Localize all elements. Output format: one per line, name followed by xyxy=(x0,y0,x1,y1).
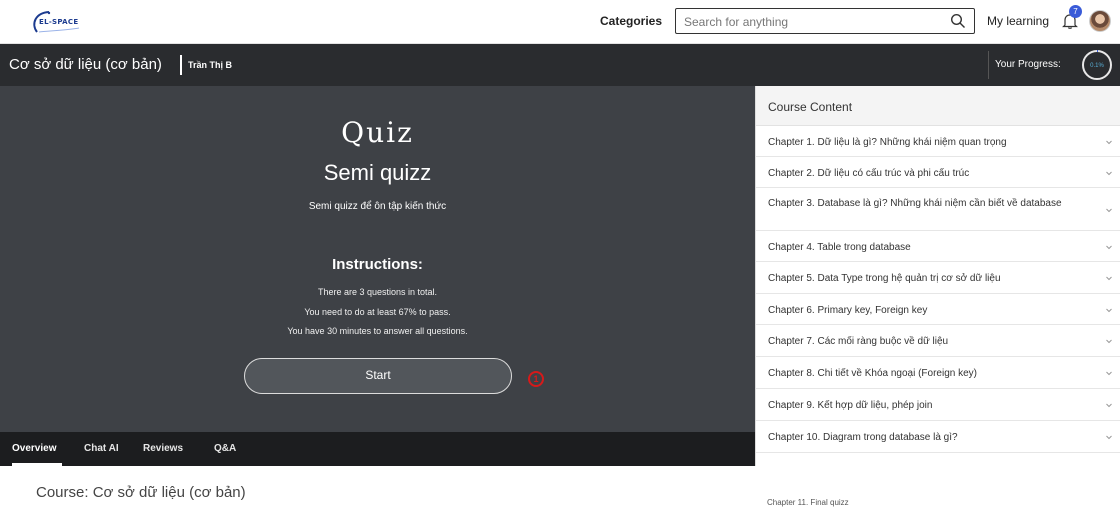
chevron-down-icon xyxy=(1106,140,1112,145)
sidebar-header: Course Content xyxy=(756,86,1120,126)
instruction-line: There are 3 questions in total. xyxy=(317,287,438,297)
quiz-heading: Quiz xyxy=(341,116,414,149)
user-avatar[interactable] xyxy=(1089,10,1111,32)
chapter-item[interactable]: Chapter 8. Chi tiết về Khóa ngoại (Forei… xyxy=(756,357,1120,389)
chapter-label: Chapter 5. Data Type trong hệ quản trị c… xyxy=(768,273,1001,284)
course-tabs: Overview Chat AI Reviews Q&A xyxy=(0,432,755,466)
chapter-label: Chapter 8. Chi tiết về Khóa ngoại (Forei… xyxy=(768,368,977,379)
course-title: Cơ sở dữ liệu (cơ bản) xyxy=(9,56,162,73)
my-learning-link[interactable]: My learning xyxy=(987,14,1049,28)
instruction-line: You have 30 minutes to answer all questi… xyxy=(287,326,468,336)
chevron-down-icon xyxy=(1106,245,1112,250)
sidebar-title: Course Content xyxy=(768,100,853,114)
chapter-item[interactable]: Chapter 2. Dữ liệu có cấu trúc và phi cấ… xyxy=(756,157,1120,188)
tab-overview[interactable]: Overview xyxy=(12,443,56,454)
chevron-down-icon xyxy=(1106,403,1112,408)
el-space-logo[interactable]: EL-SPACE xyxy=(29,10,81,34)
chapter-item[interactable]: Chapter 4. Table trong database xyxy=(756,231,1120,262)
search-input[interactable]: Search for anything xyxy=(675,8,975,34)
progress-divider xyxy=(988,51,989,79)
tab-qa[interactable]: Q&A xyxy=(214,443,236,454)
tab-reviews[interactable]: Reviews xyxy=(143,443,183,454)
chapter-label: Chapter 7. Các mối ràng buộc về dữ liệu xyxy=(768,336,949,347)
title-divider xyxy=(180,55,182,75)
overview-course-heading: Course: Cơ sở dữ liệu (cơ bản) xyxy=(36,484,246,501)
chapter-item[interactable]: Chapter 7. Các mối ràng buộc về dữ liệu xyxy=(756,325,1120,357)
instructions-title: Instructions: xyxy=(332,256,423,273)
chapter-label: Chapter 4. Table trong database xyxy=(768,242,911,253)
annotation-marker: 1 xyxy=(528,371,544,387)
start-quiz-button[interactable]: Start xyxy=(244,358,512,394)
tab-chat-ai[interactable]: Chat AI xyxy=(84,443,119,454)
search-icon[interactable] xyxy=(950,13,966,29)
chapter-item[interactable]: Chapter 6. Primary key, Foreign key xyxy=(756,294,1120,325)
chapter-item[interactable]: Chapter 5. Data Type trong hệ quản trị c… xyxy=(756,262,1120,294)
chapter-label: Chapter 10. Diagram trong database là gì… xyxy=(768,432,958,443)
quiz-description: Semi quizz để ôn tập kiến thức xyxy=(308,201,447,212)
progress-ring[interactable]: 0.1% xyxy=(1081,49,1113,81)
chapter-label: Chapter 9. Kết hợp dữ liệu, phép join xyxy=(768,400,933,411)
chevron-down-icon xyxy=(1106,435,1112,440)
course-author: Trần Thị B xyxy=(188,60,233,70)
categories-link[interactable]: Categories xyxy=(600,14,662,28)
chapter-label: Chapter 1. Dữ liệu là gì? Những khái niệ… xyxy=(768,137,1007,148)
chapter-item[interactable]: Chapter 3. Database là gì? Những khái ni… xyxy=(756,188,1120,231)
progress-label: Your Progress: xyxy=(995,59,1061,70)
top-navbar: EL-SPACE Categories Search for anything … xyxy=(0,0,1120,44)
chevron-down-icon xyxy=(1106,308,1112,313)
chevron-down-icon xyxy=(1106,208,1112,213)
progress-value: 0.1% xyxy=(1090,63,1104,69)
chevron-down-icon xyxy=(1106,371,1112,376)
chevron-down-icon xyxy=(1106,276,1112,281)
notification-count-badge: 7 xyxy=(1069,5,1082,18)
logo-text: EL-SPACE xyxy=(39,18,79,26)
chapter-item[interactable]: Chapter 1. Dữ liệu là gì? Những khái niệ… xyxy=(756,126,1120,157)
search-placeholder: Search for anything xyxy=(684,15,789,29)
course-content-sidebar: Course Content Chapter 1. Dữ liệu là gì?… xyxy=(755,86,1120,466)
active-tab-indicator xyxy=(12,463,62,466)
chapter-item[interactable]: Chapter 9. Kết hợp dữ liệu, phép join xyxy=(756,389,1120,421)
chapter-label: Chapter 6. Primary key, Foreign key xyxy=(768,305,928,316)
quiz-name: Semi quizz xyxy=(323,160,432,185)
chevron-down-icon xyxy=(1106,339,1112,344)
instruction-line: You need to do at least 67% to pass. xyxy=(304,307,451,317)
quiz-panel: Quiz Semi quizz Semi quizz để ôn tập kiế… xyxy=(0,86,755,432)
chapter-label: Chapter 2. Dữ liệu có cấu trúc và phi cấ… xyxy=(768,168,970,179)
chapter-item[interactable]: Chapter 10. Diagram trong database là gì… xyxy=(756,421,1120,453)
course-header-bar: Cơ sở dữ liệu (cơ bản) Trần Thị B Your P… xyxy=(0,44,1120,86)
chevron-down-icon xyxy=(1106,171,1112,176)
chapter-label: Chapter 3. Database là gì? Những khái ni… xyxy=(768,198,1062,209)
